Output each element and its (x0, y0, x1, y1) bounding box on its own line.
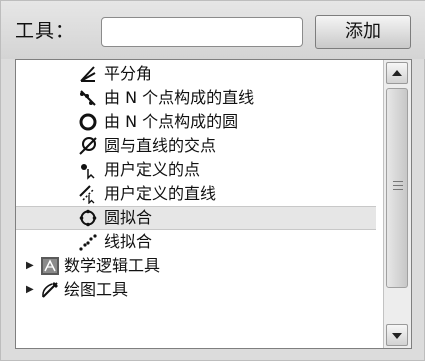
arrow-up-icon (392, 70, 402, 76)
line-fit-icon (79, 234, 97, 251)
tree-item-custom-point[interactable]: 用户定义的点 (16, 158, 376, 182)
points-circle-icon (79, 113, 97, 131)
tree-item-label: 由 N 个点构成的直线 (104, 88, 255, 107)
tree-item-label: 用户定义的直线 (104, 184, 217, 203)
tree-item-points-circle[interactable]: 由 N 个点构成的圆 (16, 110, 376, 134)
tree-item-custom-line[interactable]: 用户定义的直线 (16, 182, 376, 206)
circle-fit-icon (79, 209, 97, 227)
grip-line (393, 185, 403, 186)
tree-group-drawing-tools[interactable]: ▶ 绘图工具 (16, 278, 376, 302)
scroll-up-button[interactable] (386, 62, 408, 84)
math-logic-icon (41, 257, 59, 275)
drawing-tools-icon (42, 282, 58, 298)
toolbar: 工具： 添加 (1, 1, 425, 59)
add-button[interactable]: 添加 (315, 15, 411, 49)
scroll-down-button[interactable] (386, 324, 408, 346)
tree-item-circle-fit[interactable]: 圆拟合 (16, 206, 376, 230)
tool-label: 工具： (15, 20, 76, 42)
tree-group-math-logic[interactable]: ▶ 数学逻辑工具 (16, 254, 376, 278)
expand-arrow-icon[interactable]: ▶ (26, 254, 34, 278)
tree-item-angle-bisector[interactable]: 平分角 (16, 62, 376, 86)
tree-item-circle-line-intersection[interactable]: 圆与直线的交点 (16, 134, 376, 158)
scrollbar-thumb[interactable] (386, 88, 408, 288)
custom-line-icon (79, 185, 95, 204)
tool-search-input[interactable] (101, 17, 303, 47)
tree-item-label: 平分角 (104, 64, 153, 83)
points-line-fit-icon (80, 90, 96, 106)
grip-line (393, 181, 403, 182)
tree-item-label: 绘图工具 (64, 280, 129, 299)
circle-line-intersection-icon (79, 137, 97, 155)
tool-panel: 工具： 添加 平分角 由 N 个点构成的直线 由 N 个点构成的圆 圆与直线的交… (0, 0, 425, 361)
tree-item-label: 用户定义的点 (104, 160, 201, 179)
arrow-down-icon (392, 333, 402, 339)
tree-item-points-line[interactable]: 由 N 个点构成的直线 (16, 86, 376, 110)
expand-arrow-icon[interactable]: ▶ (26, 278, 34, 302)
grip-line (393, 189, 403, 190)
tree-item-label: 数学逻辑工具 (64, 256, 161, 275)
tree-item-label: 圆拟合 (104, 208, 153, 227)
tree-item-label: 线拟合 (104, 232, 153, 251)
tree-item-line-fit[interactable]: 线拟合 (16, 230, 376, 254)
tool-tree: 平分角 由 N 个点构成的直线 由 N 个点构成的圆 圆与直线的交点 用户定义的… (15, 59, 412, 349)
custom-point-icon (81, 164, 95, 180)
vertical-scrollbar[interactable] (383, 60, 411, 348)
tree-item-label: 由 N 个点构成的圆 (104, 112, 239, 131)
angle-bisector-icon (80, 66, 96, 82)
tree-item-label: 圆与直线的交点 (104, 136, 217, 155)
